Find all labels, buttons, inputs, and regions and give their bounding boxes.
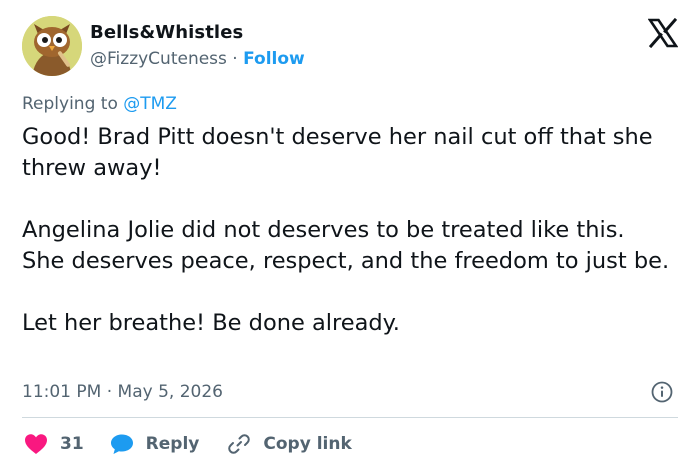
- tweet-paragraph: Angelina Jolie did not deserves to be tr…: [22, 217, 670, 274]
- action-bar: 31 Reply Copy link: [22, 430, 352, 458]
- reply-label: Reply: [145, 434, 200, 454]
- tweet-text: Good! Brad Pitt doesn't deserve her nail…: [22, 122, 672, 339]
- follow-button[interactable]: Follow: [243, 49, 305, 69]
- replying-to: Replying to @TMZ: [22, 92, 177, 116]
- link-icon: [228, 434, 251, 454]
- avatar[interactable]: [22, 16, 82, 76]
- speech-bubble-icon: [110, 434, 133, 454]
- x-logo-icon[interactable]: [648, 18, 678, 48]
- replying-prefix: Replying to: [22, 94, 118, 114]
- reply-button[interactable]: Reply: [110, 433, 200, 455]
- like-button[interactable]: 31: [24, 433, 84, 455]
- copy-link-button[interactable]: Copy link: [227, 432, 352, 456]
- display-name[interactable]: Bells&Whistles: [90, 21, 305, 45]
- tweet-paragraph: Let her breathe! Be done already.: [22, 310, 400, 336]
- heart-icon: [25, 434, 47, 454]
- divider: [22, 417, 678, 418]
- like-count: 31: [60, 434, 84, 454]
- copy-link-label: Copy link: [263, 434, 352, 454]
- timestamp-separator: ·: [106, 382, 113, 402]
- tweet-card: Bells&Whistles @FizzyCuteness · Follow R…: [0, 0, 700, 471]
- handle-row: @FizzyCuteness · Follow: [90, 47, 305, 71]
- post-date: May 5, 2026: [117, 382, 223, 402]
- user-identity: Bells&Whistles @FizzyCuteness · Follow: [90, 21, 305, 71]
- reply-mention-link[interactable]: @TMZ: [123, 94, 177, 114]
- user-handle[interactable]: @FizzyCuteness: [90, 49, 227, 69]
- tweet-paragraph: Good! Brad Pitt doesn't deserve her nail…: [22, 124, 653, 181]
- owl-avatar-image: [22, 16, 82, 76]
- handle-separator: ·: [232, 49, 238, 69]
- post-time: 11:01 PM: [22, 382, 102, 402]
- timestamp-link[interactable]: 11:01 PM · May 5, 2026: [22, 380, 223, 404]
- tweet-header: Bells&Whistles @FizzyCuteness · Follow: [22, 16, 305, 76]
- info-icon[interactable]: [651, 381, 673, 403]
